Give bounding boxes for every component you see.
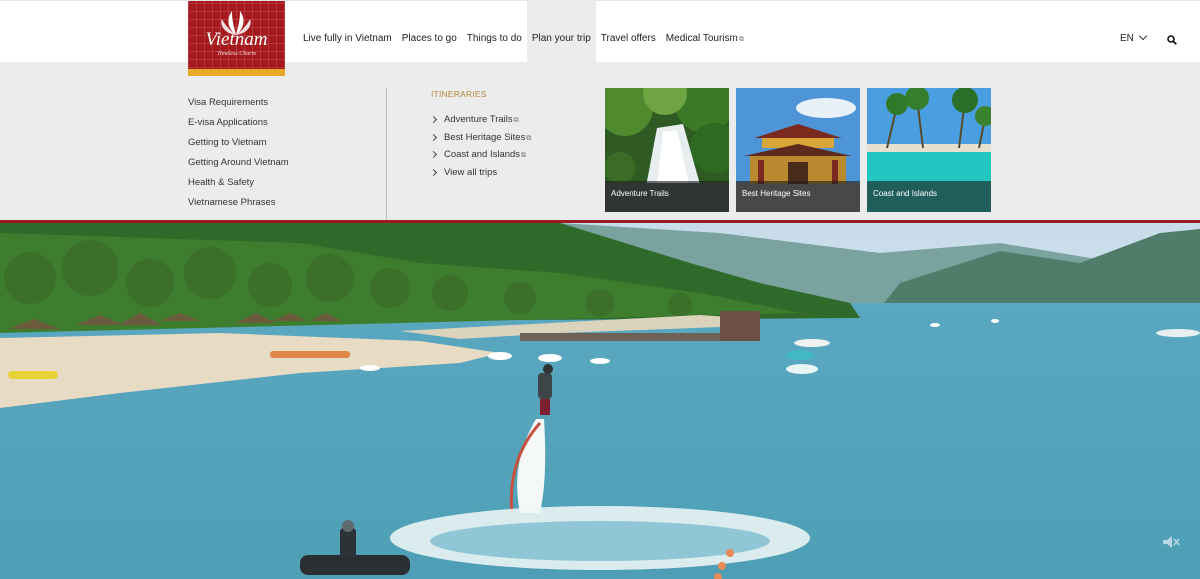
nav-item-label: Places to go: [401, 33, 457, 44]
card-caption: Coast and Islands: [867, 181, 991, 212]
vietnam-logo[interactable]: Vietnam Timeless Charm: [188, 1, 285, 76]
itinerary-link-coast[interactable]: Coast and Islands⧉: [429, 149, 531, 167]
external-link-icon: ⧉: [521, 152, 527, 159]
external-link-icon: ⧉: [513, 117, 519, 124]
menu-divider: [386, 88, 387, 220]
plan-trip-mega-menu: Visa Requirements E-visa Applications Ge…: [0, 62, 1200, 220]
itineraries-column: ITINERARIES Adventure Trails⧉ Best Herit…: [429, 89, 532, 185]
language-selector[interactable]: EN: [1120, 31, 1148, 44]
itinerary-label: Adventure Trails: [444, 114, 513, 125]
menu-link-phrases[interactable]: Vietnamese Phrases: [188, 196, 289, 216]
main-nav: Live fully in Vietnam Places to go Thing…: [298, 0, 749, 62]
menu-link-visa[interactable]: Visa Requirements: [188, 96, 289, 116]
logo-stripe: [188, 69, 285, 76]
menu-link-evisa[interactable]: E-visa Applications: [188, 116, 289, 136]
external-link-icon: ⧉: [526, 134, 532, 142]
card-caption: Adventure Trails: [605, 181, 729, 212]
itinerary-link-heritage[interactable]: Best Heritage Sites⧉: [429, 131, 532, 150]
chevron-right-icon: [429, 115, 438, 124]
language-label: EN: [1120, 33, 1134, 44]
nav-item-plan-your-trip[interactable]: Plan your trip: [526, 0, 596, 62]
hero-video[interactable]: [0, 223, 1200, 579]
mute-icon[interactable]: [1162, 535, 1180, 549]
nav-item-things-to-do[interactable]: Things to do: [462, 0, 527, 62]
card-coast-and-islands[interactable]: Coast and Islands: [867, 88, 991, 212]
external-link-icon: ⧉: [738, 36, 744, 43]
nav-item-places-to-go[interactable]: Places to go: [397, 0, 462, 62]
plan-links-column: Visa Requirements E-visa Applications Ge…: [188, 96, 289, 216]
itinerary-label: Coast and Islands: [444, 149, 521, 160]
nav-item-travel-offers[interactable]: Travel offers: [596, 0, 661, 62]
chevron-right-icon: [429, 133, 438, 141]
itinerary-link-adventure[interactable]: Adventure Trails⧉: [429, 114, 531, 132]
nav-item-label: Plan your trip: [531, 33, 591, 44]
logo-tagline: Timeless Charm: [217, 51, 256, 57]
itinerary-link-view-all[interactable]: View all trips: [429, 166, 531, 185]
chevron-right-icon: [429, 150, 438, 159]
menu-link-getting-around[interactable]: Getting Around Vietnam: [188, 156, 289, 176]
menu-link-health-safety[interactable]: Health & Safety: [188, 176, 289, 196]
menu-link-getting-to[interactable]: Getting to Vietnam: [188, 136, 289, 156]
chevron-right-icon: [429, 168, 438, 176]
hero-beach-scene: [0, 223, 1200, 579]
itineraries-heading: ITINERARIES: [431, 89, 487, 99]
nav-item-label: Things to do: [466, 33, 522, 44]
card-caption: Best Heritage Sites: [736, 181, 860, 212]
card-best-heritage-sites[interactable]: Best Heritage Sites: [736, 88, 860, 212]
logo-brand-text: Vietnam: [205, 29, 268, 50]
nav-item-label: Live fully in Vietnam: [303, 33, 392, 44]
nav-item-label: Medical Tourism: [665, 33, 738, 44]
card-adventure-trails[interactable]: Adventure Trails: [605, 88, 729, 212]
search-icon[interactable]: [1167, 35, 1177, 45]
chevron-down-icon: [1138, 31, 1148, 41]
nav-item-live-fully[interactable]: Live fully in Vietnam: [298, 0, 397, 62]
itinerary-label: Best Heritage Sites: [444, 131, 526, 143]
nav-item-medical-tourism[interactable]: Medical Tourism⧉: [661, 0, 749, 62]
itinerary-label: View all trips: [444, 166, 498, 178]
nav-item-label: Travel offers: [600, 33, 656, 44]
